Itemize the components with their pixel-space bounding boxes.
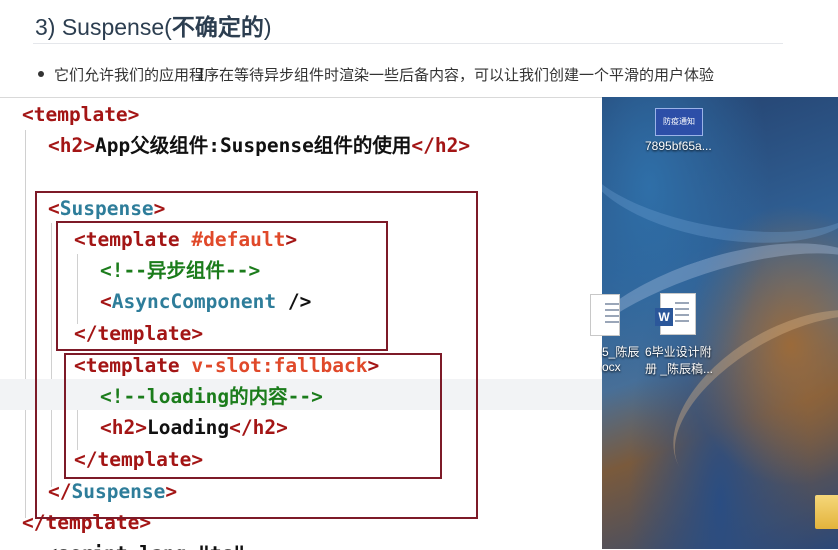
default-slot-highlight-box	[56, 221, 388, 351]
heading-divider	[33, 43, 783, 44]
code-line-2: <h2>App父级组件:Suspense组件的使用</h2>	[48, 134, 471, 157]
bullet-icon	[38, 71, 44, 77]
code-line-1: <template>	[22, 103, 140, 126]
fallback-slot-highlight-box	[64, 353, 442, 479]
bullet-text: 它们允许我们的应用程序在等待异步组件时渲染一些后备内容，可以让我们创建一个平滑的…	[54, 67, 715, 84]
document-page: 3) Suspense(不确定的) 它们允许我们的应用程序在等待异步组件时渲染一…	[0, 0, 838, 100]
folder-icon[interactable]	[815, 495, 838, 529]
desktop-wallpaper	[602, 97, 838, 549]
image-file-icon[interactable]: 防疫通知	[655, 108, 703, 136]
desktop-icon-label[interactable]: ocx	[602, 360, 621, 374]
section-heading: 3) Suspense(不确定的)	[35, 14, 272, 40]
code-line-15: <script lang="ts"	[22, 538, 245, 550]
word-document-icon[interactable]: W	[655, 293, 696, 335]
desktop-icon-label[interactable]: 6毕业设计附	[645, 343, 712, 360]
code-editor[interactable]: <template> <h2>App父级组件:Suspense组件的使用</h2…	[0, 97, 602, 550]
desktop-icon-label[interactable]: 5_陈辰	[602, 343, 639, 360]
text-cursor-icon: I	[198, 66, 205, 86]
word-document-icon[interactable]	[590, 294, 620, 336]
desktop-icon-label[interactable]: 7895bf65a...	[645, 139, 712, 153]
desktop-icon-label[interactable]: 册 _陈辰稿...	[645, 360, 713, 377]
indent-guide	[25, 130, 26, 518]
